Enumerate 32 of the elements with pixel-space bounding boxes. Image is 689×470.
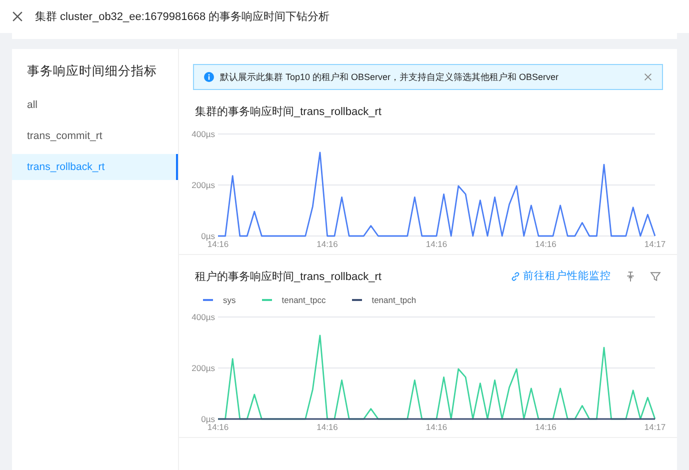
axis-label: 14:16 [207,422,229,432]
alert-text: 默认展示此集群 Top10 的租户和 OBServer，并支持自定义筛选其他租户和 OBServer [220,70,560,84]
axis-label: 14:17 [644,239,666,249]
chart-title: 集群的事务响应时间_trans_rollback_rt [195,104,382,118]
axis-label: 200µs [192,180,215,190]
axis-label: 400µs [192,312,215,322]
axis-label: 0µs [201,414,215,424]
axis-label: 14:16 [535,239,556,249]
axis-label: 14:16 [426,422,448,432]
legend-label[interactable]: sys [223,295,236,305]
axis-label: 14:16 [426,239,448,249]
close-icon[interactable] [12,11,23,22]
chart-title: 租户的事务响应时间_trans_rollback_rt [195,270,382,284]
axis-label: 14:16 [207,239,229,249]
sidebar-item[interactable]: all [12,92,178,118]
axis-label: 14:16 [316,422,338,432]
axis-label: 14:17 [644,422,666,432]
legend-label[interactable]: tenant_tpcc [282,295,326,305]
axis-label: 14:16 [316,239,338,249]
window-title: 集群 cluster_ob32_ee:1679981668 的事务响应时间下钻分析 [35,10,330,24]
legend-label[interactable]: tenant_tpch [372,295,416,305]
sidebar-item[interactable]: trans_commit_rt [12,123,178,149]
close-icon[interactable] [644,73,652,81]
info-icon [204,72,214,82]
axis-label: 200µs [192,363,215,373]
axis-label: 0µs [201,231,215,241]
axis-label: 400µs [192,129,215,139]
axis-label: 14:16 [535,422,556,432]
pin-icon[interactable] [625,270,636,282]
filter-icon[interactable] [650,270,661,282]
sidebar-title: 事务响应时间细分指标 [26,63,158,80]
link-icon [511,272,520,280]
